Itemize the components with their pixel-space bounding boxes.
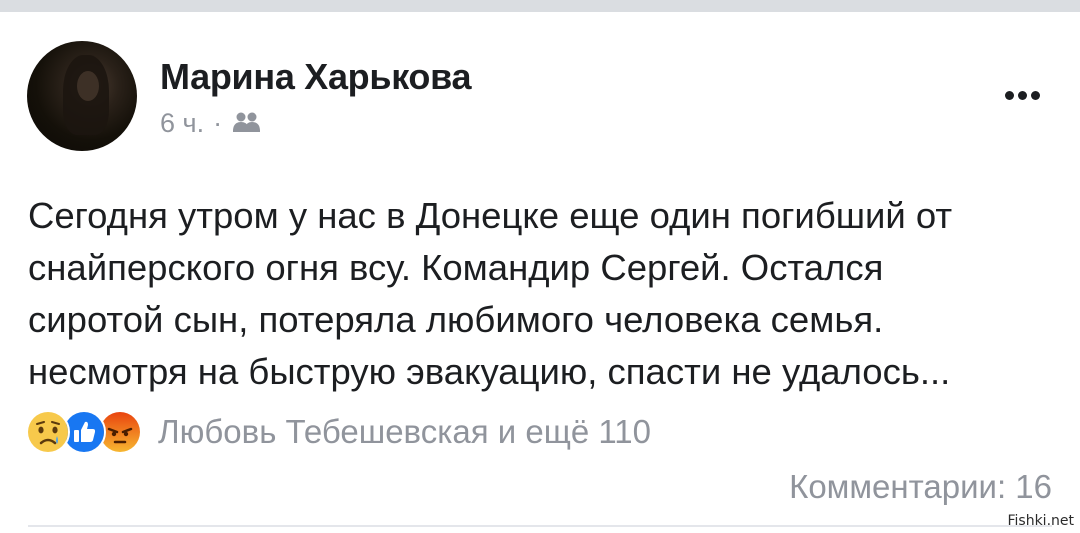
post-text-line: Сегодня утром у нас в Донецке еще один п… <box>28 195 953 236</box>
post-meta: 6 ч. · <box>160 108 263 138</box>
more-dots-icon <box>1004 90 1014 100</box>
avatar-face <box>77 71 99 101</box>
comments-count[interactable]: Комментарии: 16 <box>789 468 1052 506</box>
post-time[interactable]: 6 ч. <box>160 108 204 139</box>
post-text: Сегодня утром у нас в Донецке еще один п… <box>28 190 1058 398</box>
author-avatar[interactable] <box>27 41 137 151</box>
friends-icon[interactable] <box>231 111 263 135</box>
meta-separator: · <box>213 107 223 138</box>
more-dot <box>1030 90 1040 100</box>
post-text-line: несмотря на быструю эвакуацию, спасти не… <box>28 351 951 392</box>
more-options-button[interactable] <box>996 82 1048 108</box>
reactions-summary[interactable]: Любовь Тебешевская и ещё 110 <box>158 413 651 451</box>
post-text-line: снайперского огня всу. Командир Сергей. … <box>28 247 884 288</box>
post-divider <box>28 525 1052 527</box>
top-separator-bar <box>0 0 1080 12</box>
more-dot <box>1017 90 1027 100</box>
reactions-bar[interactable]: Любовь Тебешевская и ещё 110 <box>26 410 651 454</box>
author-name[interactable]: Марина Харькова <box>160 56 472 98</box>
post-text-line: сиротой сын, потеряла любимого человека … <box>28 299 884 340</box>
reaction-icons[interactable] <box>26 410 142 454</box>
sad-reaction-icon[interactable] <box>26 410 70 454</box>
facebook-post: Марина Харькова 6 ч. · Сегодня утром у н… <box>0 12 1080 533</box>
watermark: Fishki.net <box>1007 513 1074 529</box>
